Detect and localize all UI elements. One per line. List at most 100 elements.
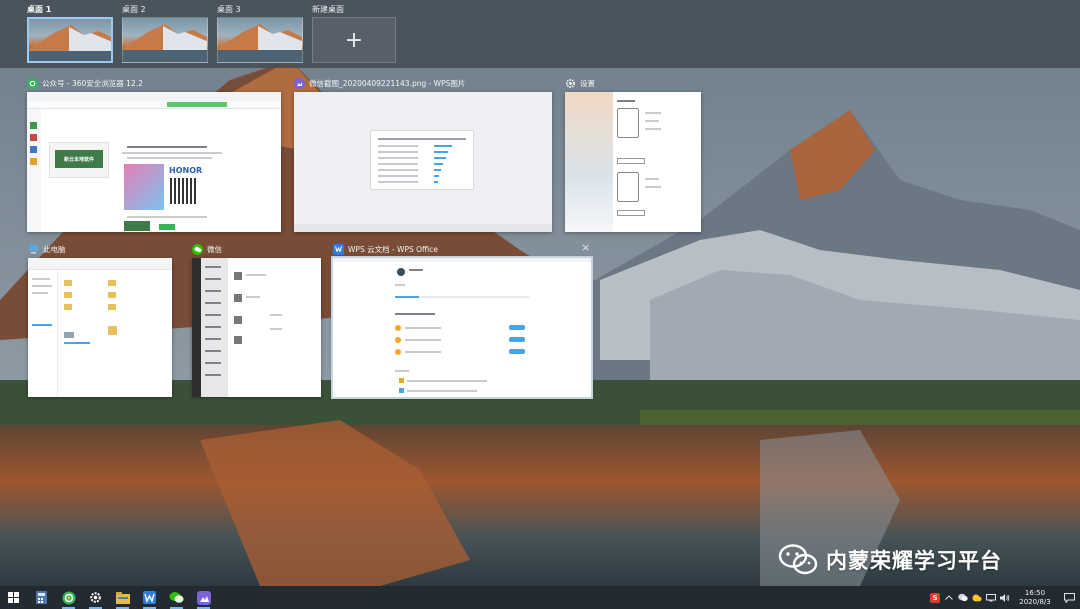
sync-item-text (405, 327, 441, 329)
cloud-sync-icon[interactable] (970, 586, 984, 609)
desktop-2-label: 桌面 2 (122, 5, 146, 14)
window-title: 微信 (207, 244, 222, 254)
desktop-3[interactable]: 桌面 3 (217, 4, 303, 63)
table-row-line (378, 181, 418, 183)
system-tray: S 16:50 2020/8/3 (928, 586, 1080, 609)
window-settings[interactable]: 设置 (565, 76, 701, 232)
settings-text-line (645, 178, 659, 180)
window-title-bar: WPS 云文档 - WPS Office (333, 242, 438, 256)
nav-item-selected (32, 324, 52, 326)
article-text-line (122, 152, 222, 154)
window-360-browser[interactable]: 公众号 - 360安全浏览器 12.2 新云本地软件 HONOR (27, 76, 281, 232)
window-title-bar: 微信截图_20200409221143.png - WPS图片 (294, 76, 465, 90)
chat-list-item (205, 326, 221, 328)
table-row-line (378, 163, 418, 165)
nav-item (32, 285, 52, 287)
window-wps-image[interactable]: 微信截图_20200409221143.png - WPS图片 (294, 76, 552, 232)
settings-dropdown[interactable] (617, 158, 645, 164)
folder-icon (64, 292, 72, 298)
table-row-line (378, 175, 418, 177)
window-wps-cloud[interactable]: WPS 云文档 - WPS Office × (331, 242, 593, 399)
option-checkbox[interactable] (399, 378, 404, 383)
image-viewer-toolbar (294, 224, 552, 232)
taskbar-settings[interactable] (82, 586, 109, 609)
sync-item-button[interactable] (509, 337, 525, 342)
browser-toolbar-highlight (167, 102, 227, 107)
new-desktop-button[interactable]: + (312, 17, 396, 63)
sync-item-button[interactable] (509, 325, 525, 330)
notification-center-button[interactable] (1058, 592, 1080, 603)
desktop-3-thumbnail[interactable] (217, 17, 303, 63)
sogou-input-icon[interactable]: S (928, 586, 942, 609)
clock-time: 16:50 (1024, 588, 1046, 597)
chat-message (270, 328, 282, 330)
nav-item (32, 292, 48, 294)
sync-item-button[interactable] (509, 349, 525, 354)
360-browser-icon (27, 77, 38, 89)
option-text (407, 380, 487, 382)
window-preview[interactable]: 新云本地软件 HONOR (27, 92, 281, 232)
taskbar-wechat[interactable] (163, 586, 190, 609)
window-preview[interactable] (565, 92, 701, 232)
article-photo (124, 164, 164, 210)
window-title-bar: 设置 (565, 76, 595, 90)
table-bar (434, 175, 439, 177)
clock[interactable]: 16:50 2020/8/3 (1012, 589, 1058, 607)
folder-icon (108, 280, 116, 286)
window-preview[interactable] (294, 92, 552, 232)
option-checkbox[interactable] (399, 388, 404, 393)
sync-item-icon (395, 325, 401, 331)
wechat-icon (169, 592, 184, 603)
window-this-pc[interactable]: 此电脑 (28, 242, 172, 397)
table-bar (434, 181, 438, 183)
chat-list-item (205, 302, 221, 304)
notification-icon (1063, 592, 1075, 603)
window-title: 微信截图_20200409221143.png - WPS图片 (309, 78, 466, 88)
taskbar-wps[interactable] (136, 586, 163, 609)
section-label (395, 370, 409, 372)
settings-nav-pane (565, 92, 613, 232)
browser-tab-strip (27, 92, 281, 101)
avatar (397, 268, 405, 276)
desktop-2-thumbnail[interactable] (122, 17, 208, 63)
network-icon[interactable] (984, 586, 998, 609)
taskbar-360-browser[interactable] (55, 586, 82, 609)
taskbar-file-explorer[interactable] (109, 586, 136, 609)
chat-message (246, 296, 260, 298)
avatar (234, 294, 242, 302)
folder-icon (64, 280, 72, 286)
wps-icon (143, 591, 156, 604)
window-title-bar: 微信 (192, 242, 222, 256)
desktop-2[interactable]: 桌面 2 (122, 4, 208, 63)
volume-icon[interactable] (998, 586, 1012, 609)
chevron-up-icon[interactable] (942, 586, 956, 609)
window-preview[interactable] (192, 258, 321, 397)
desktop-1[interactable]: 桌面 1 (27, 4, 113, 63)
taskbar-wps-image[interactable] (190, 586, 217, 609)
watermark: 内蒙荣耀学习平台 (778, 543, 1002, 577)
wps-office-icon (333, 243, 344, 255)
wps-image-icon (196, 590, 211, 605)
close-icon[interactable]: × (581, 242, 590, 254)
chat-list-item (205, 266, 221, 268)
window-wechat[interactable]: 微信 (192, 242, 321, 397)
desktop-1-label: 桌面 1 (27, 5, 52, 14)
save-button[interactable] (159, 224, 175, 230)
settings-dropdown[interactable] (617, 210, 645, 216)
chat-list-item (205, 290, 221, 292)
window-preview[interactable] (28, 258, 172, 397)
folder-icon (64, 304, 72, 310)
desktop-1-thumbnail[interactable] (27, 17, 113, 63)
wechat-tray-icon[interactable] (956, 586, 970, 609)
start-button[interactable] (0, 586, 27, 609)
article-bottom-banner (124, 221, 150, 231)
new-desktop[interactable]: 新建桌面 + (312, 4, 398, 63)
settings-text-line (645, 186, 661, 188)
window-preview[interactable] (331, 256, 593, 399)
taskbar-calculator[interactable] (28, 586, 55, 609)
settings-text-line (645, 112, 661, 114)
chat-list-item (205, 350, 221, 352)
gear-icon (565, 78, 576, 89)
explorer-nav-pane (28, 270, 58, 397)
explorer-ribbon (28, 258, 172, 270)
